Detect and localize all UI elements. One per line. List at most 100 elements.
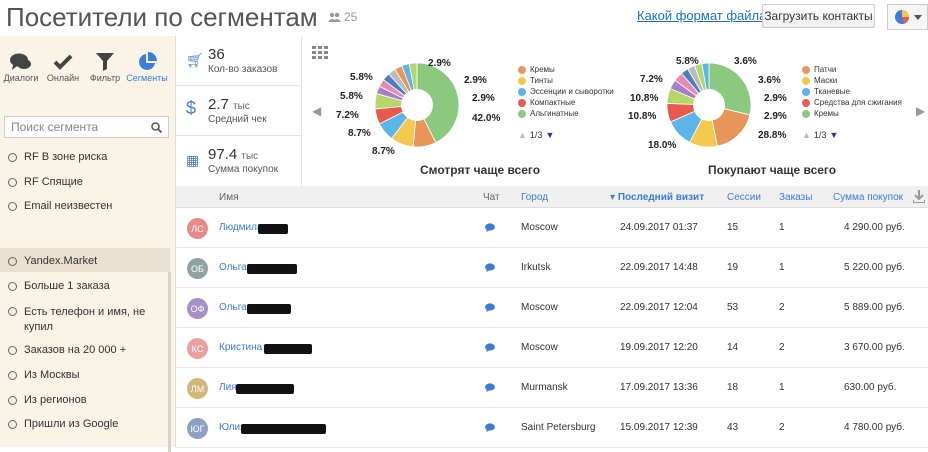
- redaction: [247, 304, 291, 314]
- nav-segments[interactable]: Сегменты: [126, 51, 168, 98]
- segment-item[interactable]: Заказов на 20 000 +: [0, 344, 170, 356]
- sidebar: Диалоги Онлайн Фильтр Сегменты Поиск сег…: [0, 36, 176, 452]
- dollar-icon: $: [186, 98, 197, 118]
- table-row[interactable]: ЮГ Юлия Saint Petersburg 15.09.2017 12:3…: [176, 408, 928, 448]
- chat-bubble-icon[interactable]: [485, 303, 495, 312]
- pie-chart-bought: [666, 62, 752, 148]
- radio-icon: [8, 307, 17, 316]
- visitor-last-visit: 19.09.2017 12:20: [620, 342, 698, 353]
- radio-icon: [8, 282, 17, 291]
- pager-down-icon[interactable]: ▼: [829, 130, 838, 140]
- charts-panel: ◀ ▶ 2.9% 2.9% 2.9% 42.0% 5.8% 5.8% 7.2% …: [302, 36, 928, 186]
- segment-item[interactable]: Yandex.Market: [0, 248, 170, 272]
- visitor-city: Saint Petersburg: [521, 422, 596, 433]
- sidebar-scrollbar[interactable]: [168, 272, 171, 452]
- visitor-last-visit: 22.09.2017 14:48: [620, 262, 698, 273]
- col-chat[interactable]: Чат: [483, 192, 500, 203]
- chevron-right-icon[interactable]: ▶: [916, 104, 925, 118]
- legend-item: Эссенции и сыворотки: [518, 86, 614, 97]
- radio-icon: [8, 178, 17, 187]
- visitor-orders: 1: [779, 262, 785, 273]
- col-city[interactable]: Город: [521, 192, 548, 203]
- col-sessions[interactable]: Сессии: [727, 192, 761, 203]
- visitor-last-visit: 22.09.2017 12:04: [620, 302, 698, 313]
- chart-title-bought: Покупают чаще всего: [708, 163, 837, 177]
- search-icon: [151, 121, 162, 133]
- segment-item[interactable]: Из Москвы: [0, 369, 170, 381]
- visitor-sum: 630.00 руб.: [844, 382, 897, 393]
- chevron-left-icon[interactable]: ◀: [312, 104, 321, 118]
- chart-legend-viewed: Кремы Тинты Эссенции и сыворотки Компакт…: [518, 64, 614, 119]
- segment-item[interactable]: Есть телефон и имя, не купил: [0, 305, 150, 335]
- visitor-sessions: 43: [727, 422, 739, 433]
- segment-item[interactable]: Из регионов: [0, 394, 170, 406]
- visitor-sessions: 53: [727, 302, 739, 313]
- visitor-last-visit: 15.09.2017 12:39: [620, 422, 698, 433]
- segment-item[interactable]: Email неизвестен: [0, 200, 170, 212]
- legend-item: Кремы: [518, 64, 614, 75]
- upload-contacts-button[interactable]: Загрузить контакты: [762, 4, 875, 28]
- avatar: ЮГ: [187, 418, 208, 439]
- chat-bubble-icon[interactable]: [485, 423, 495, 432]
- col-name[interactable]: Имя: [219, 192, 238, 203]
- users-count: 25: [344, 10, 358, 24]
- table-header: Имя Чат Город ▾ Последний визит Сессии З…: [176, 186, 928, 208]
- col-orders[interactable]: Заказы: [779, 192, 812, 203]
- segment-item[interactable]: Больше 1 заказа: [0, 280, 170, 292]
- redaction: [258, 224, 289, 234]
- stat-value: 2.7 тыс: [208, 96, 250, 113]
- legend-pager[interactable]: ▲ 1/3 ▼: [802, 130, 838, 140]
- col-sum[interactable]: Сумма покупок: [833, 192, 903, 203]
- nav-filter[interactable]: Фильтр: [84, 51, 126, 98]
- stat-total-sum: ▦ 97.4 тыс Сумма покупок: [176, 136, 301, 186]
- chat-bubble-icon[interactable]: [485, 223, 495, 232]
- grid-icon[interactable]: [312, 46, 328, 60]
- visitor-sum: 4 290.00 руб.: [844, 222, 905, 233]
- visitor-sum: 4 780.00 руб.: [844, 422, 905, 433]
- stat-label: Сумма покупок: [208, 164, 279, 175]
- stat-value: 97.4 тыс: [208, 146, 259, 163]
- avatar: ОФ: [187, 298, 208, 319]
- download-icon[interactable]: [913, 190, 925, 203]
- chart-type-button[interactable]: [887, 4, 928, 30]
- table-row[interactable]: КС Кристина Moscow 19.09.2017 12:20 14 2…: [176, 328, 928, 368]
- page-title: Посетители по сегментам: [6, 2, 318, 32]
- table-row[interactable]: ЛМ Лия Murmansk 17.09.2017 13:36 18 1 63…: [176, 368, 928, 408]
- pager-down-icon[interactable]: ▼: [545, 130, 554, 140]
- table-row[interactable]: ЛС Людмила Moscow 24.09.2017 01:37 15 1 …: [176, 208, 928, 248]
- table-row[interactable]: ОФ Ольга Moscow 22.09.2017 12:04 53 2 5 …: [176, 288, 928, 328]
- avatar: ОБ: [187, 258, 208, 279]
- chevron-down-icon: [913, 14, 922, 20]
- visitor-city: Moscow: [521, 302, 558, 313]
- pager-up-icon[interactable]: ▲: [518, 130, 527, 140]
- table-row[interactable]: ОБ Ольга Irkutsk 22.09.2017 14:48 19 1 5…: [176, 248, 928, 288]
- visitor-last-visit: 17.09.2017 13:36: [620, 382, 698, 393]
- visitor-name[interactable]: Ольга: [219, 302, 247, 313]
- visitor-name[interactable]: Ольга: [219, 262, 247, 273]
- stat-label: Средний чек: [208, 114, 267, 125]
- file-format-link[interactable]: Какой формат файла?: [637, 8, 774, 23]
- chat-bubble-icon[interactable]: [485, 343, 495, 352]
- visitor-last-visit: 24.09.2017 01:37: [620, 222, 698, 233]
- visitor-name[interactable]: Лия: [219, 382, 237, 393]
- nav-dialogs[interactable]: Диалоги: [0, 51, 42, 98]
- nav-online[interactable]: Онлайн: [42, 51, 84, 98]
- visitor-name[interactable]: Кристина: [219, 342, 262, 353]
- users-icon: [328, 12, 341, 22]
- legend-item: Патчи: [802, 64, 902, 75]
- segment-item[interactable]: RF Спящие: [0, 176, 170, 188]
- filter-icon: [96, 53, 114, 71]
- segment-item[interactable]: Пришли из Google: [0, 418, 170, 430]
- segment-item[interactable]: RF В зоне риска: [0, 151, 170, 163]
- stat-average-check: $ 2.7 тыс Средний чек: [176, 86, 301, 136]
- chat-bubble-icon[interactable]: [485, 383, 495, 392]
- avatar: ЛМ: [187, 378, 208, 399]
- nav-filter-label: Фильтр: [89, 73, 121, 83]
- chat-bubble-icon[interactable]: [485, 263, 495, 272]
- col-last-visit[interactable]: ▾ Последний визит: [610, 192, 704, 203]
- pager-up-icon[interactable]: ▲: [802, 130, 811, 140]
- segment-search-input[interactable]: Поиск сегмента: [4, 116, 169, 138]
- visitor-name[interactable]: Людмила: [219, 222, 263, 233]
- legend-pager[interactable]: ▲ 1/3 ▼: [518, 130, 554, 140]
- radio-icon: [8, 202, 17, 211]
